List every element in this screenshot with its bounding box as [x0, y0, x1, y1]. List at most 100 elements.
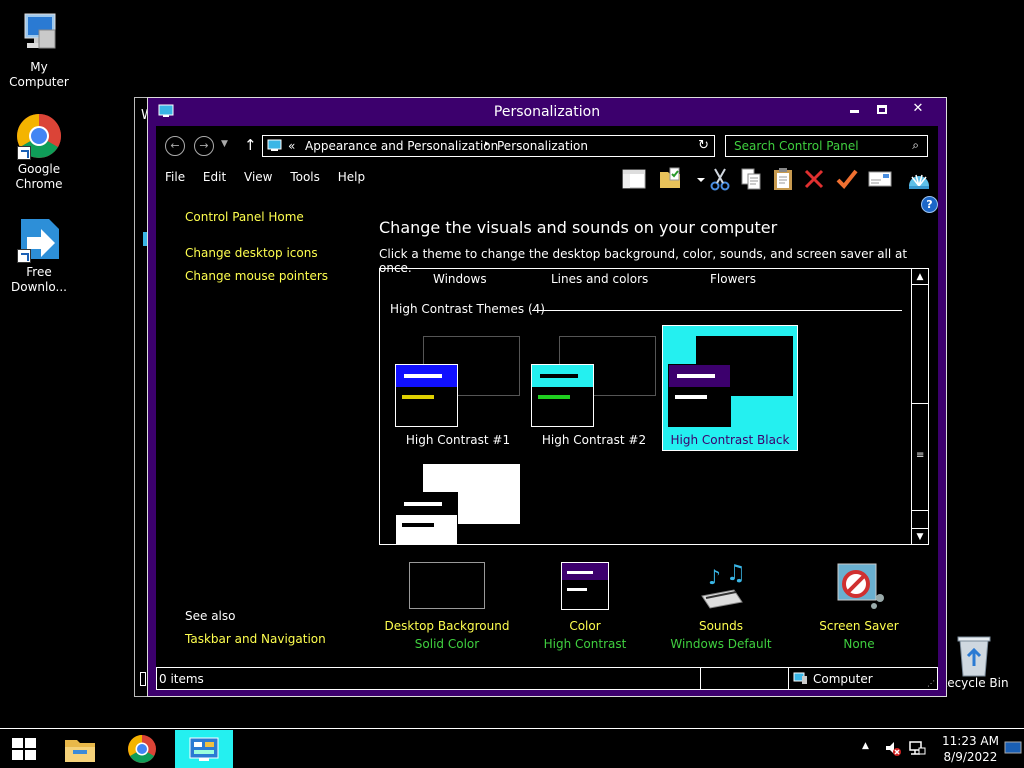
volume-muted-icon[interactable]: [884, 739, 902, 760]
screen-saver-setting[interactable]: Screen Saver None: [789, 562, 929, 654]
forward-button[interactable]: →: [194, 136, 214, 156]
shortcut-arrow-icon: [17, 249, 31, 263]
theme-preview-accent: [538, 395, 570, 399]
help-icon[interactable]: ?: [921, 196, 938, 213]
layout-icon[interactable]: [621, 166, 647, 192]
minimize-icon: [849, 110, 859, 113]
setting-label: Desktop Background: [384, 619, 510, 633]
status-location: Computer: [813, 672, 873, 686]
theme-column-flowers[interactable]: Flowers: [710, 272, 756, 286]
start-button[interactable]: [0, 730, 48, 768]
theme-column-windows[interactable]: Windows: [433, 272, 487, 286]
breadcrumb-appearance[interactable]: Appearance and Personalization: [305, 139, 498, 153]
desktop-background-setting[interactable]: Desktop Background Solid Color: [377, 562, 517, 654]
theme-preview-front: [395, 492, 458, 544]
breadcrumb-separator-icon[interactable]: ▸: [485, 139, 490, 149]
show-desktop-icon[interactable]: [1004, 741, 1022, 758]
views-dropdown[interactable]: [688, 166, 705, 192]
taskbar-control-panel[interactable]: [175, 730, 233, 768]
address-overflow-chevrons[interactable]: «: [288, 139, 295, 153]
menu-edit[interactable]: Edit: [203, 170, 226, 184]
resize-grip-icon[interactable]: ⋰: [927, 679, 935, 688]
check-icon[interactable]: [834, 166, 860, 192]
windows-logo-icon: [12, 738, 36, 760]
download-manager-icon: [15, 215, 63, 263]
taskbar-chrome[interactable]: [113, 730, 171, 768]
control-panel-icon: [189, 737, 219, 761]
recent-pages-dropdown[interactable]: ▼: [221, 139, 228, 149]
up-button[interactable]: ↑: [244, 136, 257, 154]
setting-value: Solid Color: [414, 637, 480, 651]
desktop-icon-my-computer[interactable]: My Computer: [1, 10, 77, 90]
theme-list-scrollbar[interactable]: ▲ ≡ ▼: [911, 269, 928, 544]
sounds-setting[interactable]: ♪ ♫ Sounds Windows Default: [651, 561, 791, 654]
scroll-down-arrow-icon[interactable]: ▼: [912, 528, 928, 544]
theme-name: High Contrast #1: [405, 433, 511, 447]
clock-date: 8/9/2022: [943, 750, 998, 764]
title-bar[interactable]: Personalization ✕: [148, 98, 946, 126]
shortcut-arrow-icon: [17, 146, 31, 160]
system-clock[interactable]: 11:23 AM 8/9/2022: [942, 733, 999, 765]
show-hidden-icons-button[interactable]: ▲: [862, 741, 869, 751]
theme-preview-front: [395, 364, 458, 427]
setting-label: Color: [569, 619, 601, 633]
change-desktop-icons-link[interactable]: Change desktop icons: [185, 246, 318, 260]
shell-icon[interactable]: [906, 166, 932, 192]
recycle-bin-icon: [950, 632, 998, 680]
scrollbar-thumb[interactable]: ≡: [911, 403, 928, 511]
computer-icon: [793, 672, 808, 685]
computer-icon: [15, 10, 63, 58]
paste-icon[interactable]: [770, 166, 796, 192]
color-icon: [546, 562, 624, 610]
theme-preview-title-bar: [404, 374, 442, 378]
theme-high-contrast-2[interactable]: High Contrast #2: [526, 326, 662, 452]
theme-preview-accent: [402, 395, 434, 399]
maximize-button[interactable]: [868, 102, 896, 118]
theme-high-contrast-1[interactable]: High Contrast #1: [390, 326, 526, 452]
address-bar[interactable]: « Appearance and Personalization ▸ Perso…: [262, 135, 715, 157]
search-icon[interactable]: ⌕: [912, 138, 919, 153]
theme-list[interactable]: Windows Lines and colors Flowers High Co…: [379, 268, 929, 545]
breadcrumb-personalization[interactable]: Personalization: [497, 139, 588, 153]
back-button[interactable]: ←: [165, 136, 185, 156]
search-input[interactable]: Search Control Panel ⌕: [725, 135, 928, 157]
desktop-icon-recycle-bin[interactable]: Recycle Bin: [936, 632, 1012, 691]
theme-column-lines-and-colors[interactable]: Lines and colors: [551, 272, 648, 286]
desktop-icon-free-download[interactable]: Free Downlo...: [1, 215, 77, 295]
desktop-icon-label: Google Chrome: [15, 162, 63, 191]
theme-preview-title-bar: [677, 374, 715, 378]
taskbar-file-explorer[interactable]: [51, 730, 109, 768]
network-icon[interactable]: [908, 739, 926, 760]
window-title: Personalization: [493, 104, 601, 120]
desktop-icon-google-chrome[interactable]: Google Chrome: [1, 112, 77, 192]
menu-file[interactable]: File: [165, 170, 185, 184]
menu-view[interactable]: View: [244, 170, 272, 184]
menu-tools[interactable]: Tools: [290, 170, 320, 184]
folder-options-icon[interactable]: [658, 166, 684, 192]
taskbar-and-navigation-link[interactable]: Taskbar and Navigation: [185, 632, 326, 646]
delete-icon[interactable]: [801, 166, 827, 192]
personalization-window[interactable]: Personalization ✕ ← → ▼ ↑ « Appearance a…: [147, 97, 947, 697]
change-mouse-pointers-link[interactable]: Change mouse pointers: [185, 269, 328, 283]
email-icon[interactable]: [867, 166, 893, 192]
theme-preview-accent: [402, 523, 434, 527]
taskbar: ▲ 11:23 AM 8/9/2022: [0, 728, 1024, 768]
group-divider: [532, 310, 902, 311]
menu-help[interactable]: Help: [338, 170, 365, 184]
scroll-up-arrow-icon[interactable]: ▲: [912, 269, 928, 285]
refresh-icon[interactable]: ↻: [698, 138, 709, 153]
color-setting[interactable]: Color High Contrast: [515, 562, 655, 654]
back-arrow-icon: ←: [170, 139, 180, 152]
theme-high-contrast-black[interactable]: High Contrast Black: [662, 325, 798, 451]
screen-saver-icon: [820, 562, 898, 610]
theme-high-contrast-white[interactable]: [390, 454, 526, 544]
maximize-icon: [877, 105, 887, 114]
theme-preview-title-bar: [404, 502, 442, 506]
minimize-button[interactable]: [840, 102, 868, 118]
control-panel-home-link[interactable]: Control Panel Home: [185, 210, 304, 224]
close-button[interactable]: ✕: [900, 102, 936, 118]
setting-value: High Contrast: [543, 637, 627, 651]
copy-icon[interactable]: [738, 166, 764, 192]
desktop-background-icon: [408, 562, 486, 610]
cut-icon[interactable]: [707, 166, 733, 192]
